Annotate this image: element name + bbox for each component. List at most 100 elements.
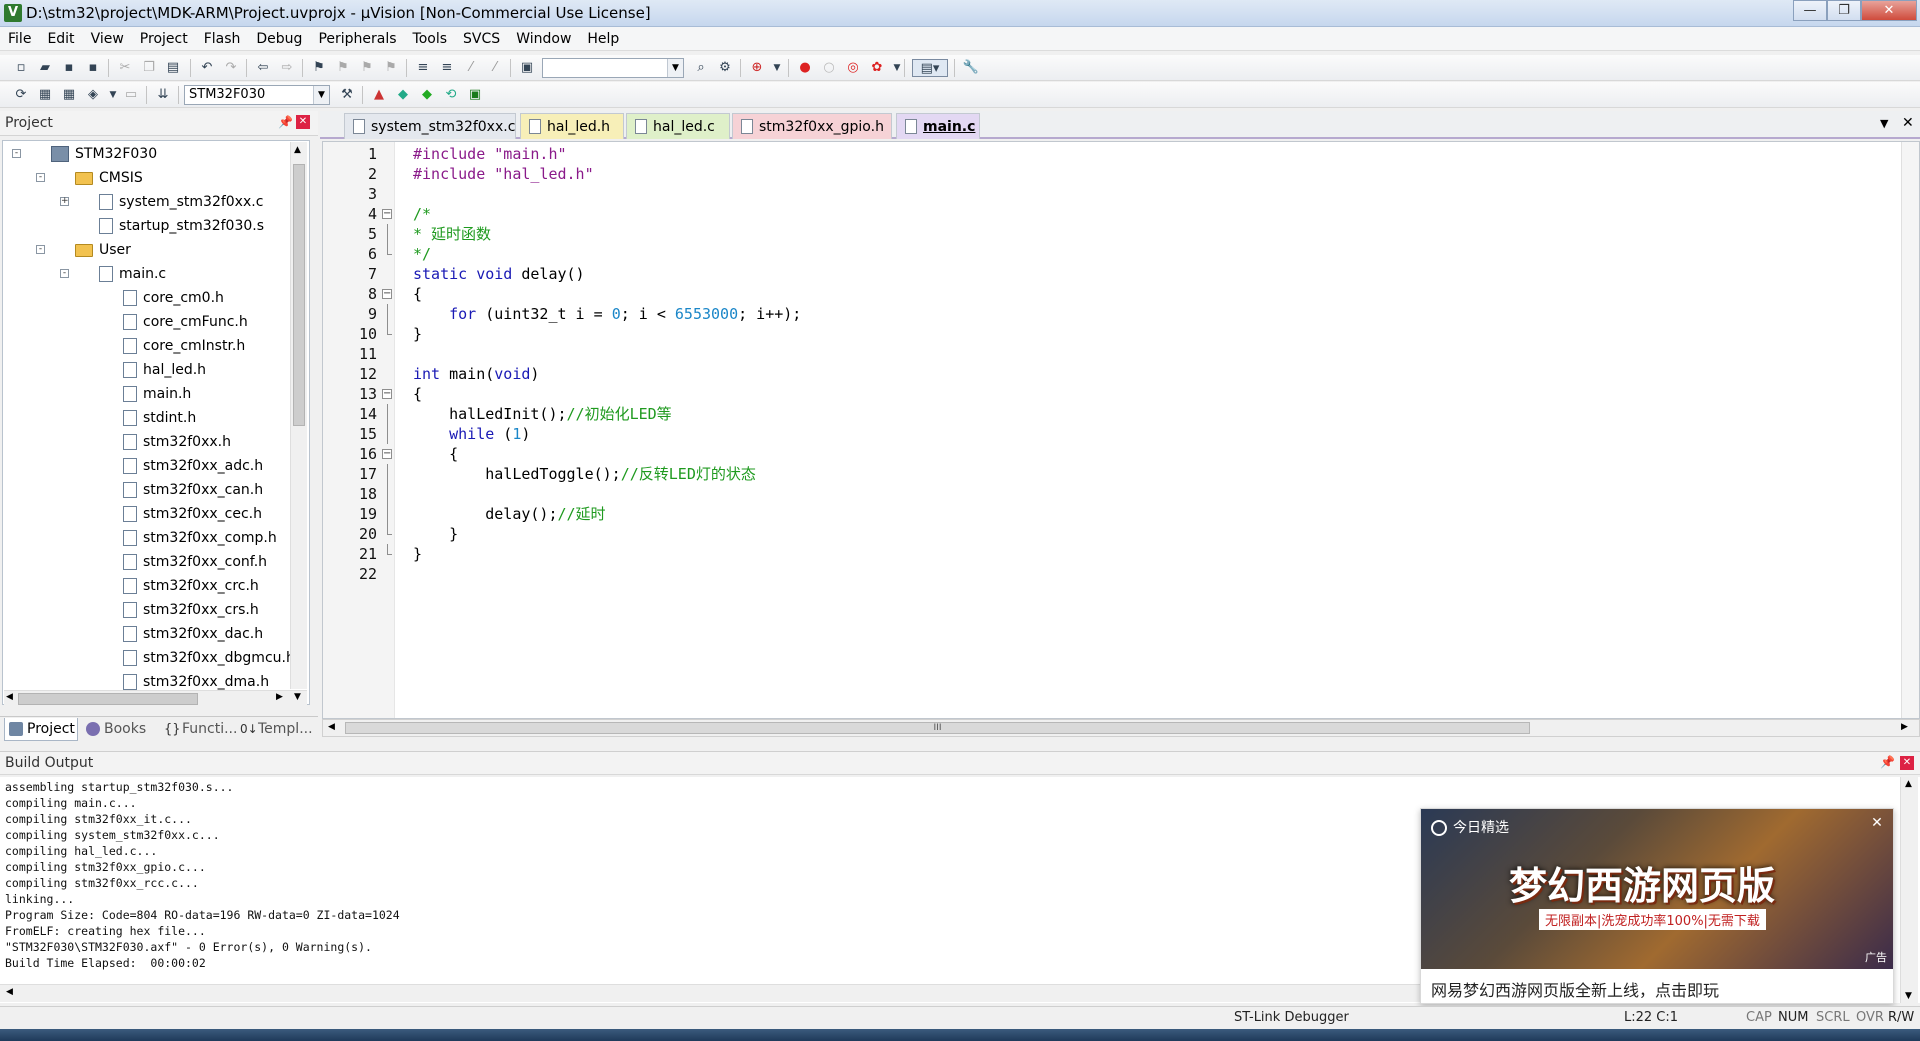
menu-help[interactable]: Help xyxy=(579,27,627,51)
tree-item-stm32f0xx-crs-h[interactable]: stm32f0xx_crs.h xyxy=(123,599,259,621)
save-all-icon[interactable]: ▪ xyxy=(84,59,102,77)
copy-icon[interactable]: ❐ xyxy=(140,59,158,77)
fold-toggle-icon[interactable]: − xyxy=(382,449,392,459)
menu-svcs[interactable]: SVCS xyxy=(455,27,508,51)
code-line[interactable]: delay();//延时 xyxy=(413,504,605,524)
code-line[interactable]: { xyxy=(413,444,458,464)
scroll-thumb[interactable] xyxy=(18,693,198,705)
indent-icon[interactable]: ≡ xyxy=(414,59,432,77)
code-line[interactable]: for (uint32_t i = 0; i < 6553000; i++); xyxy=(413,304,801,324)
uncomment-icon[interactable]: ⁄ xyxy=(486,59,504,77)
scroll-left-icon[interactable]: ◀ xyxy=(6,692,13,702)
code-line[interactable]: halLedToggle();//反转LED灯的状态 xyxy=(413,464,756,484)
chevron-down-icon[interactable]: ▼ xyxy=(104,86,122,104)
editor-vertical-scrollbar[interactable] xyxy=(1901,142,1919,718)
tree-item-user[interactable]: User xyxy=(75,239,131,261)
build-horizontal-scrollbar[interactable]: ◀ xyxy=(0,984,1420,1002)
tree-item-core-cm0-h[interactable]: core_cm0.h xyxy=(123,287,224,309)
fold-toggle-icon[interactable]: − xyxy=(382,289,392,299)
tree-item-stm32f0xx-dbgmcu-h[interactable]: stm32f0xx_dbgmcu.h xyxy=(123,647,295,669)
scroll-down-icon[interactable]: ▼ xyxy=(294,692,301,702)
fold-toggle-icon[interactable]: − xyxy=(382,389,392,399)
clear-bookmarks-icon[interactable]: ⚑ xyxy=(382,59,400,77)
editor-horizontal-scrollbar[interactable]: ◀ III ▶ xyxy=(322,719,1920,737)
disable-breakpoint-icon[interactable]: ○ xyxy=(820,59,838,77)
bookmark-icon[interactable]: ⚑ xyxy=(310,59,328,77)
scroll-down-icon[interactable]: ▼ xyxy=(1905,991,1912,1001)
save-icon[interactable]: ▪ xyxy=(60,59,78,77)
scroll-up-icon[interactable]: ▲ xyxy=(1905,779,1912,789)
tree-item-stm32f0xx-cec-h[interactable]: stm32f0xx_cec.h xyxy=(123,503,262,525)
scroll-right-icon[interactable]: ▶ xyxy=(1901,722,1908,732)
tree-item-main-h[interactable]: main.h xyxy=(123,383,191,405)
menu-debug[interactable]: Debug xyxy=(248,27,310,51)
kill-breakpoints-icon[interactable]: ✿ xyxy=(868,59,886,77)
select-packs-icon[interactable]: ◆ xyxy=(418,86,436,104)
code-line[interactable]: halLedInit();//初始化LED等 xyxy=(413,404,672,424)
tab-templates[interactable]: 0↓ Templ... xyxy=(236,718,314,741)
scroll-thumb[interactable] xyxy=(293,164,305,426)
build-vertical-scrollbar[interactable]: ▲ ▼ xyxy=(1900,777,1918,1003)
tree-item-core-cmfunc-h[interactable]: core_cmFunc.h xyxy=(123,311,248,333)
pack-installer-icon[interactable]: ▣ xyxy=(466,86,484,104)
code-line[interactable]: } xyxy=(413,324,422,344)
find-combo[interactable]: ▼ xyxy=(542,58,684,78)
tree-item-stm32f030[interactable]: STM32F030 xyxy=(51,143,157,165)
menu-view[interactable]: View xyxy=(83,27,132,51)
tree-expander[interactable]: - xyxy=(36,173,45,182)
fold-toggle-icon[interactable]: − xyxy=(382,209,392,219)
manage-packs-icon[interactable]: ◆ xyxy=(394,86,412,104)
tree-item-stm32f0xx-h[interactable]: stm32f0xx.h xyxy=(123,431,231,453)
redo-icon[interactable]: ↷ xyxy=(222,59,240,77)
window-layout-icon[interactable]: ▤▾ xyxy=(912,59,948,77)
nav-back-icon[interactable]: ⇦ xyxy=(254,59,272,77)
menu-project[interactable]: Project xyxy=(132,27,196,51)
tab-project[interactable]: Project xyxy=(4,718,78,741)
chevron-down-icon[interactable]: ▼ xyxy=(667,59,683,77)
scroll-left-icon[interactable]: ◀ xyxy=(6,987,13,997)
tree-item-system-stm32f0xx-c[interactable]: system_stm32f0xx.c xyxy=(99,191,263,213)
debug-session-icon[interactable]: ⊕ xyxy=(748,59,766,77)
menu-tools[interactable]: Tools xyxy=(405,27,456,51)
menu-file[interactable]: File xyxy=(0,27,39,51)
new-file-icon[interactable]: ▫ xyxy=(12,59,30,77)
code-line[interactable]: #include "hal_led.h" xyxy=(413,164,594,184)
tab-list-chevron-icon[interactable]: ▼ xyxy=(1880,117,1888,130)
chevron-down-icon[interactable]: ▼ xyxy=(768,59,786,77)
tab-system-stm32f0xx-c[interactable]: system_stm32f0xx.c xyxy=(344,113,516,139)
menu-edit[interactable]: Edit xyxy=(39,27,82,51)
open-folder-icon[interactable]: ▰ xyxy=(36,59,54,77)
pin-icon[interactable]: 📌 xyxy=(1880,755,1895,769)
code-editor[interactable]: 1 2 3 4−5 6 7 8−9 10 11 12 13−14 15 16−17 18 19 20 21 22 … xyxy=(322,141,1920,719)
ad-image[interactable]: 今日精选 梦幻西游网页版 无限副本|洗宠成功率100%|无需下载 广告 ✕ xyxy=(1421,809,1893,969)
code-line[interactable]: } xyxy=(413,524,458,544)
tree-item-cmsis[interactable]: CMSIS xyxy=(75,167,143,189)
tree-item-hal-led-h[interactable]: hal_led.h xyxy=(123,359,206,381)
code-line[interactable]: static void delay() xyxy=(413,264,585,284)
tree-expander[interactable]: - xyxy=(12,149,21,158)
code-line[interactable]: int main(void) xyxy=(413,364,539,384)
stop-build-icon[interactable]: ▭ xyxy=(122,86,140,104)
tree-item-stm32f0xx-comp-h[interactable]: stm32f0xx_comp.h xyxy=(123,527,277,549)
tab-functions[interactable]: {} Functi... xyxy=(160,718,237,741)
menu-flash[interactable]: Flash xyxy=(196,27,249,51)
undo-icon[interactable]: ↶ xyxy=(198,59,216,77)
minimize-button[interactable]: — xyxy=(1793,0,1827,21)
rebuild-icon[interactable]: ▦ xyxy=(60,86,78,104)
scroll-right-icon[interactable]: ▶ xyxy=(276,692,283,702)
tree-expander[interactable]: + xyxy=(60,197,69,206)
prev-bookmark-icon[interactable]: ⚑ xyxy=(334,59,352,77)
tab-hal-led-h[interactable]: hal_led.h xyxy=(520,113,624,139)
manage-rte-icon[interactable]: ⟲ xyxy=(442,86,460,104)
tree-item-stdint-h[interactable]: stdint.h xyxy=(123,407,196,429)
close-panel-icon[interactable]: ✕ xyxy=(1900,756,1914,770)
maximize-button[interactable]: ❐ xyxy=(1827,0,1861,21)
code-line[interactable]: { xyxy=(413,384,422,404)
find-in-files-icon[interactable]: ▣ xyxy=(518,59,536,77)
target-select[interactable]: STM32F030 ▼ xyxy=(184,85,330,105)
code-line[interactable]: * 延时函数 xyxy=(413,224,491,244)
tree-item-stm32f0xx-conf-h[interactable]: stm32f0xx_conf.h xyxy=(123,551,267,573)
breakpoint-icon[interactable]: ● xyxy=(796,59,814,77)
close-window-button[interactable]: ✕ xyxy=(1861,0,1917,21)
pin-icon[interactable]: 📌 xyxy=(278,115,293,129)
